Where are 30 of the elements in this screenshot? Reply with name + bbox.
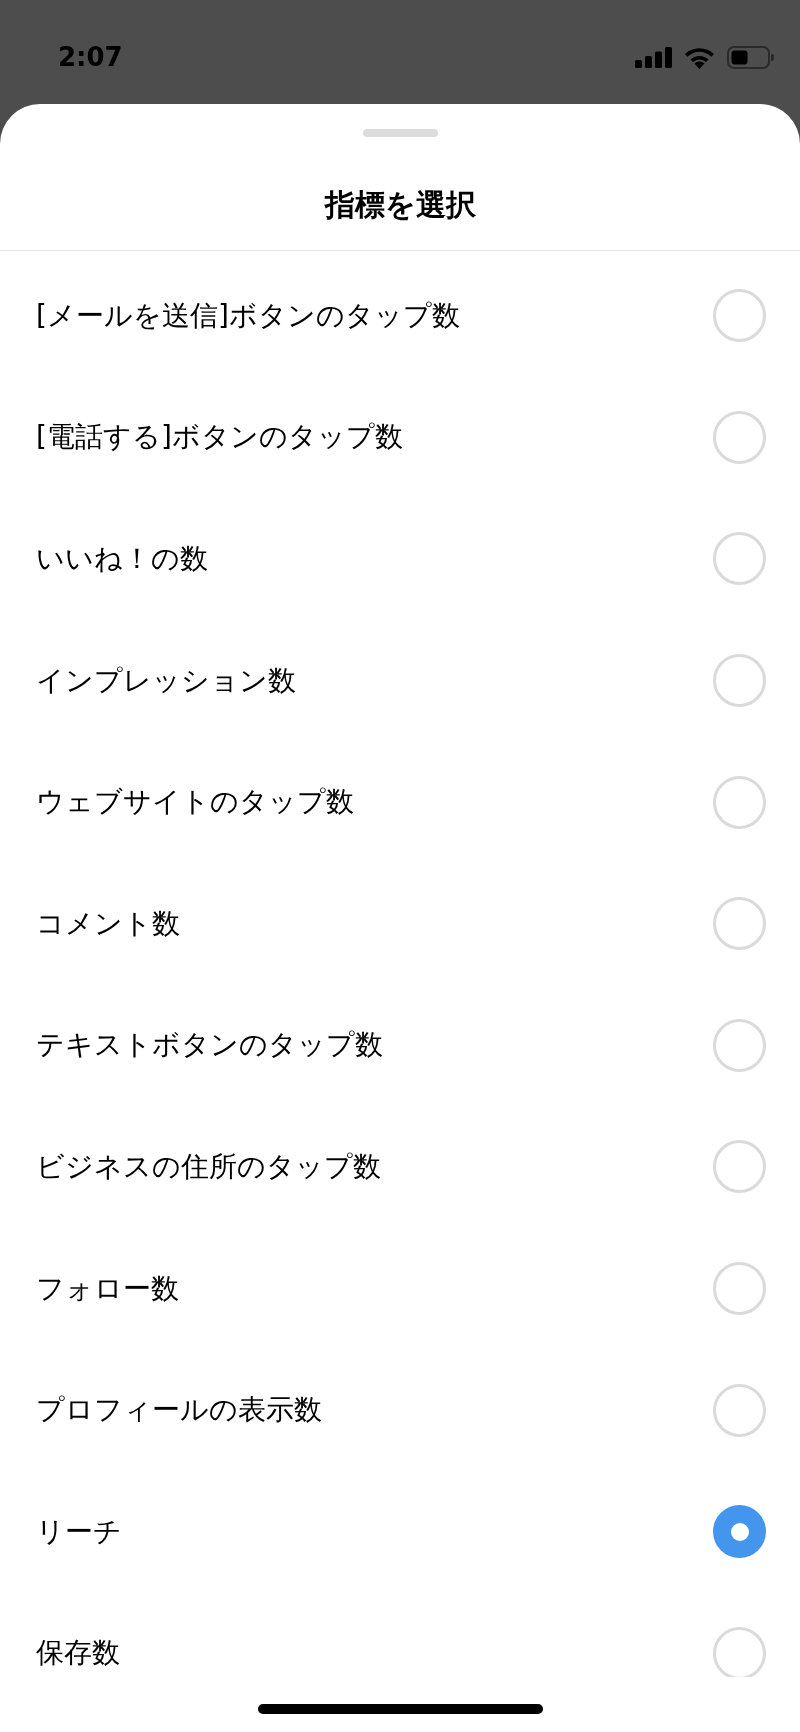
option-label: フォロー数 [36, 1272, 179, 1305]
sheet-title: 指標を選択 [324, 186, 476, 224]
signal-icon [635, 47, 672, 68]
radio-button[interactable] [713, 1383, 766, 1437]
option-label: ビジネスの住所のタップ数 [36, 1150, 381, 1183]
radio-button[interactable] [713, 1626, 766, 1677]
option-label: テキストボタンのタップ数 [36, 1029, 383, 1062]
radio-button[interactable] [713, 897, 766, 951]
option-label: [電話する]ボタンのタップ数 [36, 421, 403, 454]
radio-button[interactable] [713, 1018, 766, 1072]
option-label: インプレッション数 [36, 664, 296, 697]
option-label: [メールを送信]ボタンのタップ数 [36, 299, 460, 332]
option-label: リーチ [36, 1515, 122, 1548]
status-time: 2:07 [58, 41, 123, 74]
battery-icon [727, 46, 774, 69]
option-label: 保存数 [36, 1637, 120, 1670]
wifi-icon [684, 46, 715, 69]
radio-button[interactable] [713, 1505, 766, 1559]
radio-button[interactable] [713, 532, 766, 586]
radio-button[interactable] [713, 1262, 766, 1316]
drag-handle[interactable] [362, 129, 438, 137]
option-label: ウェブサイトのタップ数 [36, 786, 354, 819]
radio-button[interactable] [713, 289, 766, 343]
radio-button[interactable] [713, 410, 766, 464]
radio-button[interactable] [713, 654, 766, 708]
option-label: プロフィールの表示数 [36, 1394, 322, 1427]
radio-button[interactable] [713, 1140, 766, 1194]
radio-button[interactable] [713, 775, 766, 829]
option-label: コメント数 [36, 907, 180, 940]
option-label: いいね！の数 [36, 543, 208, 575]
